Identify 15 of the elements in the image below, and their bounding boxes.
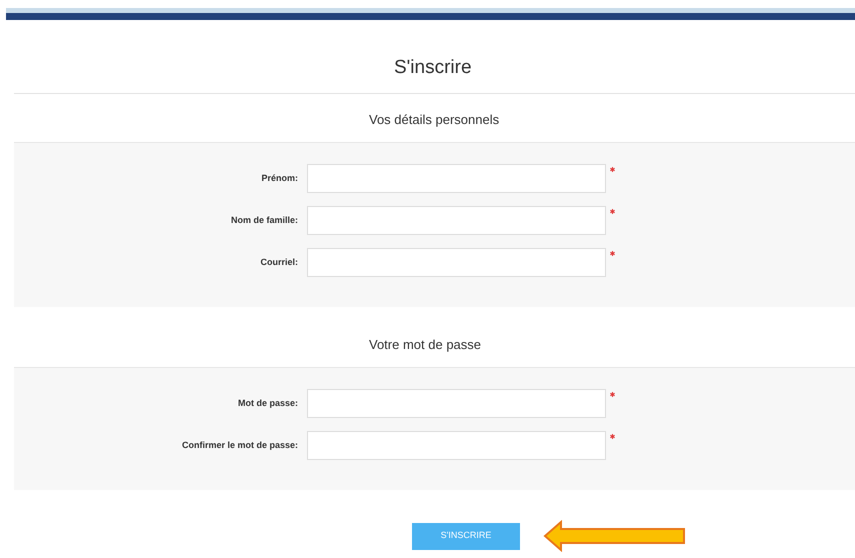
- text-field[interactable]: [307, 248, 606, 277]
- field-label: Courriel:: [259, 256, 299, 269]
- text-field[interactable]: [307, 206, 606, 235]
- text-field[interactable]: [307, 431, 606, 460]
- text-field[interactable]: [307, 389, 606, 418]
- text-field[interactable]: [307, 164, 606, 193]
- section-heading: Vos détails personnels: [369, 112, 500, 128]
- section-heading: Votre mot de passe: [369, 337, 482, 353]
- field-label: Nom de famille:: [230, 214, 299, 227]
- field-label: Mot de passe:: [236, 397, 299, 410]
- submit-button[interactable]: S'INSCRIRE: [412, 522, 520, 550]
- arrow-icon: [543, 520, 686, 552]
- field-label: Prénom:: [260, 172, 299, 185]
- page-title: S'inscrire: [394, 56, 472, 80]
- field-label: Confirmer le mot de passe:: [180, 439, 299, 452]
